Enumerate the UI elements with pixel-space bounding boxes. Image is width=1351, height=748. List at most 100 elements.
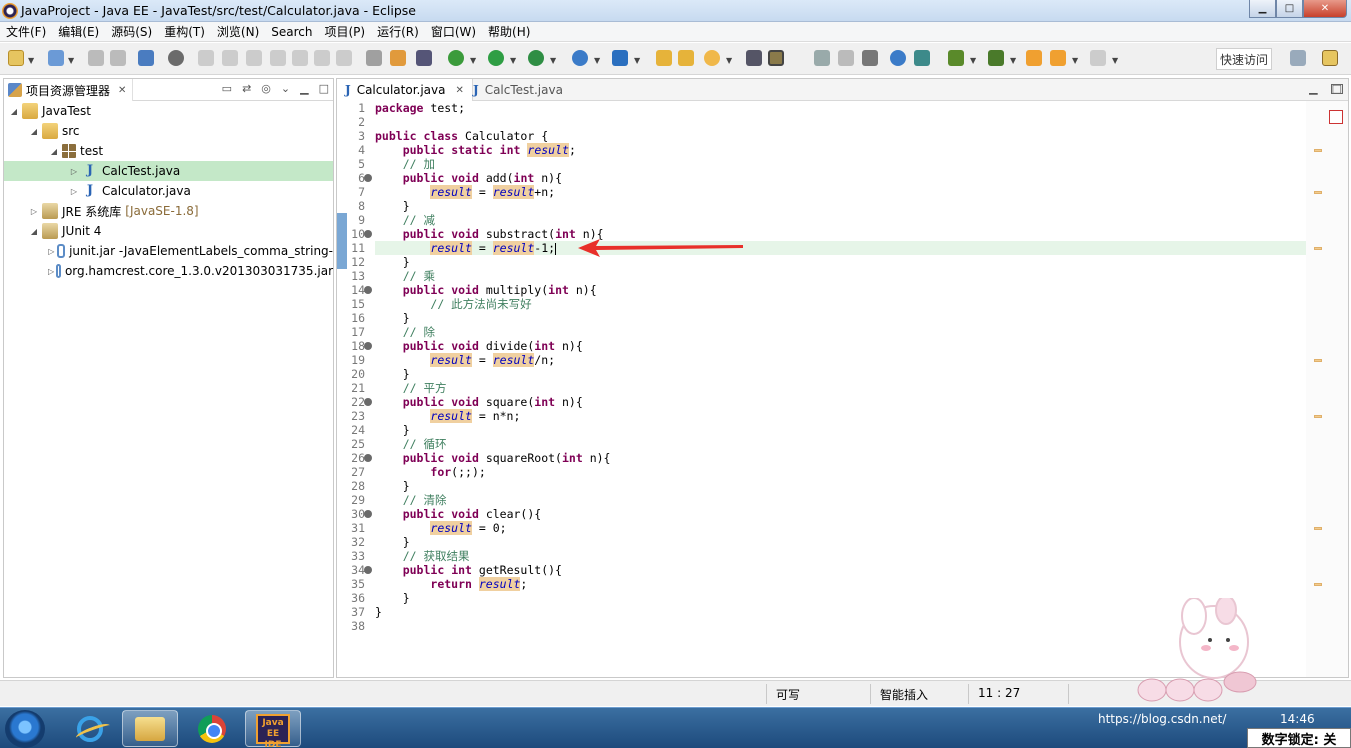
new-java-class-icon[interactable] xyxy=(48,50,64,66)
menu-search[interactable]: Search xyxy=(265,25,318,39)
tree-item-test-package[interactable]: ◢ test xyxy=(4,141,333,161)
skip-breakpoints-icon[interactable] xyxy=(168,50,184,66)
code-text[interactable]: result = result/n; xyxy=(375,353,1307,367)
code-text[interactable]: public int getResult(){ xyxy=(375,563,1307,577)
tab-calctest-java[interactable]: J CalcTest.java xyxy=(465,79,571,101)
drop-frame-icon[interactable] xyxy=(366,50,382,66)
code-text[interactable]: public void multiply(int n){ xyxy=(375,283,1307,297)
new-server-icon[interactable] xyxy=(612,50,628,66)
previous-annotation-icon[interactable] xyxy=(988,50,1004,66)
external-tools-dropdown-icon[interactable]: ▼ xyxy=(594,56,600,65)
code-line[interactable]: 2 xyxy=(337,115,1348,129)
code-line[interactable]: 13 // 乘 xyxy=(337,269,1348,283)
toggle-mark-occurrences-icon[interactable] xyxy=(746,50,762,66)
code-line[interactable]: 1 package test; xyxy=(337,101,1348,115)
collapsed-arrow-icon[interactable]: ▷ xyxy=(28,207,40,216)
search-dropdown-icon[interactable]: ▼ xyxy=(726,56,732,65)
code-line[interactable]: 12 } xyxy=(337,255,1348,269)
step-return-icon[interactable] xyxy=(336,50,352,66)
taskbar-eclipse[interactable]: Java EE IDE xyxy=(245,710,301,748)
code-line[interactable]: 29 // 清除 xyxy=(337,493,1348,507)
code-line[interactable]: 9 // 减 xyxy=(337,213,1348,227)
code-line[interactable]: 16 } xyxy=(337,311,1348,325)
taskbar-chrome[interactable] xyxy=(184,710,240,747)
occurrence-marker[interactable] xyxy=(1314,191,1322,194)
code-text[interactable]: public void clear(){ xyxy=(375,507,1307,521)
new-dropdown-icon[interactable]: ▼ xyxy=(28,56,34,65)
open-task-icon[interactable] xyxy=(678,50,694,66)
problems-view-icon[interactable] xyxy=(1329,110,1343,124)
back-dropdown-icon[interactable]: ▼ xyxy=(1072,56,1078,65)
tree-item-junit4[interactable]: ◢ JUnit 4 xyxy=(4,221,333,241)
code-line[interactable]: 5 // 加 xyxy=(337,157,1348,171)
save-icon[interactable] xyxy=(88,50,104,66)
taskbar-clock[interactable]: 14:46 xyxy=(1280,712,1315,726)
disconnect-icon[interactable] xyxy=(270,50,286,66)
collapsed-arrow-icon[interactable]: ▷ xyxy=(48,247,55,256)
fold-toggle-icon[interactable] xyxy=(364,566,372,574)
collapse-all-icon[interactable]: ▭ xyxy=(222,82,232,95)
code-text[interactable]: public void add(int n){ xyxy=(375,171,1307,185)
occurrence-marker[interactable] xyxy=(1314,359,1322,362)
code-text[interactable]: return result; xyxy=(375,577,1307,591)
run-icon[interactable] xyxy=(488,50,504,66)
code-line[interactable]: 18 public void divide(int n){ xyxy=(337,339,1348,353)
code-text[interactable]: // 此方法尚未写好 xyxy=(375,297,1307,311)
tree-item-junit-jar[interactable]: ▷ junit.jar -JavaElementLabels_comma_str… xyxy=(4,241,333,261)
fold-toggle-icon[interactable] xyxy=(364,174,372,182)
code-text[interactable]: // 除 xyxy=(375,325,1307,339)
code-line[interactable]: 33 // 获取结果 xyxy=(337,549,1348,563)
plugin-icon[interactable] xyxy=(914,50,930,66)
tree-item-javatest[interactable]: ◢ JavaTest xyxy=(4,101,333,121)
external-tools-icon[interactable] xyxy=(572,50,588,66)
tab-package-explorer[interactable]: 项目资源管理器 ✕ xyxy=(4,79,134,101)
new-class-dropdown-icon[interactable]: ▼ xyxy=(68,56,74,65)
fold-toggle-icon[interactable] xyxy=(364,286,372,294)
tree-item-jre-library[interactable]: ▷ JRE 系统库 [JavaSE-1.8] xyxy=(4,201,333,221)
code-line[interactable]: 26 public void squareRoot(int n){ xyxy=(337,451,1348,465)
collapsed-arrow-icon[interactable]: ▷ xyxy=(48,267,54,276)
web-browser-icon[interactable] xyxy=(890,50,906,66)
terminate-icon[interactable] xyxy=(246,50,262,66)
code-line[interactable]: 35 return result; xyxy=(337,577,1348,591)
code-text[interactable]: // 清除 xyxy=(375,493,1307,507)
code-line[interactable]: 7 result = result+n; xyxy=(337,185,1348,199)
code-text[interactable]: } xyxy=(375,479,1307,493)
next-annotation-dropdown-icon[interactable]: ▼ xyxy=(970,56,976,65)
run-dropdown-icon[interactable]: ▼ xyxy=(510,56,516,65)
eclipse-app-icon[interactable] xyxy=(2,3,18,19)
code-text[interactable]: // 平方 xyxy=(375,381,1307,395)
coverage-icon[interactable] xyxy=(528,50,544,66)
code-text[interactable]: public static int result; xyxy=(375,143,1307,157)
occurrence-marker[interactable] xyxy=(1314,247,1322,250)
java-ee-perspective-icon[interactable] xyxy=(1322,50,1338,66)
view-menu-icon[interactable]: ⌄ xyxy=(281,82,290,95)
code-line[interactable]: 27 for(;;); xyxy=(337,465,1348,479)
monitor-icon[interactable] xyxy=(138,50,154,66)
code-text[interactable]: } xyxy=(375,423,1307,437)
code-line[interactable]: 20 } xyxy=(337,367,1348,381)
code-line[interactable]: 4 public static int result; xyxy=(337,143,1348,157)
use-step-filters-icon[interactable] xyxy=(390,50,406,66)
code-line[interactable]: 30 public void clear(){ xyxy=(337,507,1348,521)
code-line[interactable]: 10 public void substract(int n){ xyxy=(337,227,1348,241)
expanded-arrow-icon[interactable]: ◢ xyxy=(28,127,40,136)
block-selection-icon[interactable] xyxy=(838,50,854,66)
debug-icon[interactable] xyxy=(448,50,464,66)
code-text[interactable]: } xyxy=(375,311,1307,325)
expanded-arrow-icon[interactable]: ◢ xyxy=(28,227,40,236)
tree-item-src[interactable]: ◢ src xyxy=(4,121,333,141)
overview-ruler[interactable] xyxy=(1306,101,1348,677)
back-icon[interactable] xyxy=(1050,50,1066,66)
code-line[interactable]: 11 result = result-1; xyxy=(337,241,1348,255)
code-text[interactable]: } xyxy=(375,255,1307,269)
code-text[interactable] xyxy=(375,115,1307,129)
start-button[interactable] xyxy=(5,710,45,748)
code-line[interactable]: 21 // 平方 xyxy=(337,381,1348,395)
tree-item-calculator-java[interactable]: ▷ J Calculator.java xyxy=(4,181,333,201)
previous-annotation-dropdown-icon[interactable]: ▼ xyxy=(1010,56,1016,65)
code-line[interactable]: 17 // 除 xyxy=(337,325,1348,339)
last-edit-location-icon[interactable] xyxy=(1026,50,1042,66)
code-text[interactable]: } xyxy=(375,535,1307,549)
occurrence-marker[interactable] xyxy=(1314,527,1322,530)
